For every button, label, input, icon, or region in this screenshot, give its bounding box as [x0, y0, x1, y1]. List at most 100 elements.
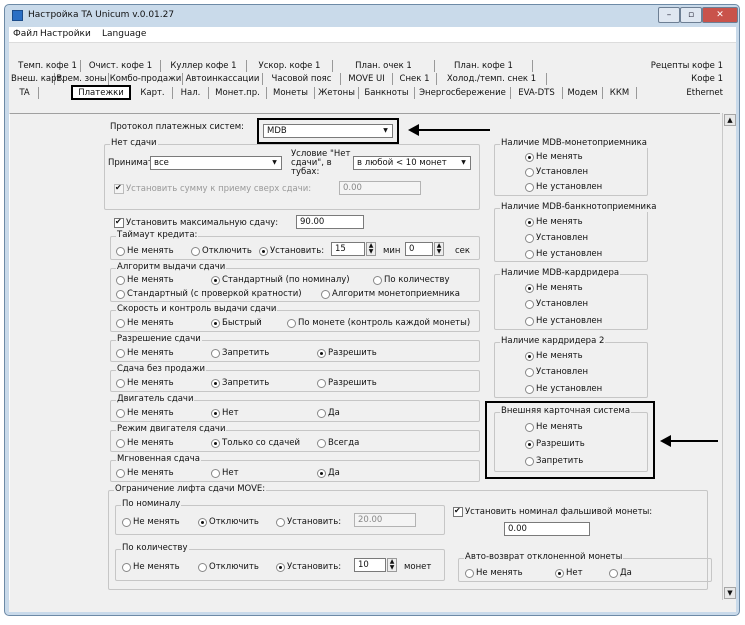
- no-sale-allow-radio[interactable]: Разрешить: [317, 378, 377, 388]
- menu-settings[interactable]: Настройки: [40, 29, 91, 39]
- scroll-up-icon[interactable]: ▲: [724, 114, 736, 126]
- maximize-button[interactable]: ▫: [680, 7, 702, 23]
- allow-change-allow-radio[interactable]: Разрешить: [317, 348, 377, 358]
- algo-keep-radio[interactable]: Не менять: [116, 275, 174, 285]
- tab-plan-cleaning[interactable]: План. очек 1: [333, 60, 435, 72]
- tab-cards[interactable]: Карт.: [133, 87, 173, 99]
- quantity-input[interactable]: 10: [354, 558, 386, 572]
- nominal-input[interactable]: 20.00: [354, 513, 416, 527]
- tab-coffee[interactable]: Кофе 1: [547, 73, 723, 85]
- scroll-down-icon[interactable]: ▼: [724, 587, 736, 599]
- tab-coffee-boost[interactable]: Ускор. кофе 1: [247, 60, 333, 72]
- algo-coin-acceptor-radio[interactable]: Алгоритм монетоприемника: [321, 289, 460, 299]
- instant-yes-radio[interactable]: Да: [317, 468, 340, 478]
- speed-keep-radio[interactable]: Не менять: [116, 318, 174, 328]
- menu-language[interactable]: Language: [102, 29, 146, 39]
- qty-set-radio[interactable]: Установить:: [276, 562, 341, 572]
- algo-standard-radio[interactable]: Стандартный (по номиналу): [211, 275, 350, 285]
- minimize-button[interactable]: –: [658, 7, 680, 23]
- tab-tokens[interactable]: Жетоны: [315, 87, 359, 99]
- set-sum-checkbox[interactable]: Установить сумму к приему сверх сдачи:: [114, 183, 311, 194]
- tab-coin-acceptor[interactable]: Монет.пр.: [209, 87, 267, 99]
- tab-timezone[interactable]: Часовой пояс: [263, 73, 341, 85]
- mdb-bill-unset-radio[interactable]: Не установлен: [525, 249, 602, 259]
- tab-move-ui[interactable]: MOVE UI: [341, 73, 393, 85]
- tab-snack-cold[interactable]: Холод./темп. снек 1: [437, 73, 547, 85]
- nominal-off-radio[interactable]: Отключить: [198, 517, 259, 527]
- engine-no-radio[interactable]: Нет: [211, 408, 239, 418]
- close-button[interactable]: ✕: [702, 7, 738, 23]
- nominal-set-radio[interactable]: Установить:: [276, 517, 341, 527]
- max-change-checkbox[interactable]: Установить максимальную сдачу:: [114, 217, 278, 228]
- tab-kkm[interactable]: ККМ: [603, 87, 637, 99]
- set-sum-input[interactable]: 0.00: [339, 181, 421, 195]
- mdb-card-unset-radio[interactable]: Не установлен: [525, 316, 602, 326]
- tab-combo-sales[interactable]: Комбо-продажи: [109, 73, 183, 85]
- tab-coffee-cooler[interactable]: Куллер кофе 1: [161, 60, 247, 72]
- tab-eva-dts[interactable]: EVA-DTS: [511, 87, 563, 99]
- speed-per-coin-radio[interactable]: По монете (контроль каждой монеты): [287, 318, 470, 328]
- tab-plan-coffee[interactable]: План. кофе 1: [435, 60, 533, 72]
- tab-auto-collection[interactable]: Автоинкассации: [183, 73, 263, 85]
- tab-ethernet[interactable]: Ethernet: [637, 87, 723, 99]
- card2-keep-radio[interactable]: Не менять: [525, 351, 583, 361]
- credit-timeout-off-radio[interactable]: Отключить: [191, 246, 252, 256]
- engine-yes-radio[interactable]: Да: [317, 408, 340, 418]
- max-change-input[interactable]: 90.00: [296, 215, 364, 229]
- credit-timeout-set-radio[interactable]: Установить:: [259, 246, 324, 256]
- fake-coin-checkbox[interactable]: Установить номинал фальшивой монеты:: [453, 506, 652, 517]
- card2-set-radio[interactable]: Установлен: [525, 367, 588, 377]
- condition-select[interactable]: в любой < 10 монет ▼: [353, 156, 471, 170]
- tab-coffee-clean[interactable]: Очист. кофе 1: [81, 60, 161, 72]
- tab-energy-saving[interactable]: Энергосбережение: [415, 87, 511, 99]
- mdb-coin-keep-radio[interactable]: Не менять: [525, 152, 583, 162]
- allow-change-keep-radio[interactable]: Не менять: [116, 348, 174, 358]
- quantity-spinner[interactable]: ▲ ▼: [387, 558, 397, 572]
- vertical-scrollbar[interactable]: ▲ ▼: [722, 113, 736, 600]
- credit-seconds-input[interactable]: 0: [405, 242, 433, 256]
- tab-coffee-temp[interactable]: Темп. кофе 1: [15, 60, 81, 72]
- algo-quantity-radio[interactable]: По количеству: [373, 275, 450, 285]
- tab-coins[interactable]: Монеты: [267, 87, 315, 99]
- engine-mode-always-radio[interactable]: Всегда: [317, 438, 359, 448]
- nominal-keep-radio[interactable]: Не менять: [122, 517, 180, 527]
- mdb-bill-keep-radio[interactable]: Не менять: [525, 217, 583, 227]
- tab-modem[interactable]: Модем: [563, 87, 603, 99]
- minutes-spinner[interactable]: ▲ ▼: [366, 242, 376, 256]
- mdb-card-keep-radio[interactable]: Не менять: [525, 283, 583, 293]
- speed-fast-radio[interactable]: Быстрый: [211, 318, 262, 328]
- allow-change-forbid-radio[interactable]: Запретить: [211, 348, 269, 358]
- tab-ta[interactable]: TA: [11, 87, 39, 99]
- mdb-bill-set-radio[interactable]: Установлен: [525, 233, 588, 243]
- qty-keep-radio[interactable]: Не менять: [122, 562, 180, 572]
- accept-select[interactable]: все ▼: [150, 156, 282, 170]
- credit-timeout-keep-radio[interactable]: Не менять: [116, 246, 174, 256]
- tab-banknotes[interactable]: Банкноты: [359, 87, 415, 99]
- auto-return-keep-radio[interactable]: Не менять: [465, 568, 523, 578]
- tab-cash[interactable]: Нал.: [173, 87, 209, 99]
- algo-standard-check-radio[interactable]: Стандартный (с проверкой кратности): [116, 289, 302, 299]
- no-sale-keep-radio[interactable]: Не менять: [116, 378, 174, 388]
- engine-mode-only-radio[interactable]: Только со сдачей: [211, 438, 300, 448]
- mdb-card-set-radio[interactable]: Установлен: [525, 299, 588, 309]
- engine-mode-keep-radio[interactable]: Не менять: [116, 438, 174, 448]
- card2-unset-radio[interactable]: Не установлен: [525, 384, 602, 394]
- tab-snack[interactable]: Снек 1: [393, 73, 437, 85]
- tab-ext-card[interactable]: Внеш. карт.: [11, 73, 64, 85]
- auto-return-yes-radio[interactable]: Да: [609, 568, 632, 578]
- engine-keep-radio[interactable]: Не менять: [116, 408, 174, 418]
- qty-off-radio[interactable]: Отключить: [198, 562, 259, 572]
- tab-coffee-recipes[interactable]: Рецепты кофе 1: [533, 60, 723, 72]
- menu-file[interactable]: Файл: [13, 29, 38, 39]
- credit-minutes-input[interactable]: 15: [331, 242, 365, 256]
- auto-return-no-radio[interactable]: Нет: [555, 568, 583, 578]
- instant-no-radio[interactable]: Нет: [211, 468, 239, 478]
- tab-time-zones[interactable]: Врем. зоны: [55, 73, 109, 85]
- mdb-coin-unset-radio[interactable]: Не установлен: [525, 182, 602, 192]
- instant-keep-radio[interactable]: Не менять: [116, 468, 174, 478]
- seconds-spinner[interactable]: ▲ ▼: [434, 242, 444, 256]
- mdb-coin-set-radio[interactable]: Установлен: [525, 167, 588, 177]
- no-sale-forbid-radio[interactable]: Запретить: [211, 378, 269, 388]
- tab-payments[interactable]: Платежки: [71, 85, 131, 100]
- fake-coin-input[interactable]: 0.00: [504, 522, 590, 536]
